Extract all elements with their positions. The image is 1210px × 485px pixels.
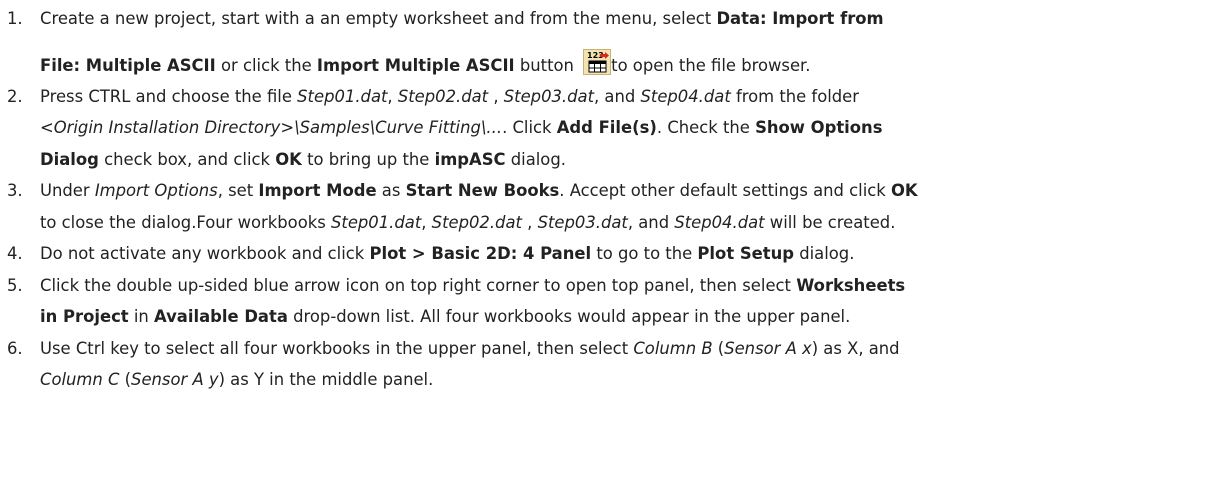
step-text: , [421, 212, 432, 232]
step-text: , set [217, 181, 259, 200]
step-text: or click the [215, 55, 317, 75]
step-text: . Click [502, 118, 557, 137]
step-text: dialog. [794, 244, 855, 263]
menu-path: File: Multiple ASCII [40, 55, 216, 75]
step-text: from the folder [730, 86, 860, 106]
step-text: , and [594, 86, 641, 106]
step-6: 6. Use Ctrl key to select all four workb… [0, 333, 1210, 396]
option-name: Show Options [755, 118, 883, 137]
step-text: ) as Y in the middle panel. [218, 370, 434, 389]
button-name: Add File(s) [556, 118, 657, 137]
step-text: ( [712, 338, 725, 358]
dialog-name: Plot Setup [697, 244, 795, 263]
step-number: 6. [7, 338, 23, 358]
file-name: Step01.dat [297, 86, 388, 106]
step-number: 4. [7, 244, 23, 263]
step-text: Under [40, 181, 95, 200]
step-text: , [488, 86, 504, 106]
file-name: Step02.dat [431, 212, 522, 232]
instruction-list: 1. Create a new project, start with a an… [0, 0, 1210, 396]
step-text: check box, and click [98, 149, 276, 169]
step-text: drop-down list. All four workbooks would… [287, 307, 851, 326]
button-name: Import Multiple ASCII [316, 55, 515, 75]
column-label: Sensor A x [724, 338, 812, 358]
step-text: ( [119, 370, 132, 389]
step-1: 1. Create a new project, start with a an… [0, 0, 1210, 81]
import-multiple-ascii-icon[interactable]: 123 [583, 48, 612, 75]
column-name: Column C [40, 370, 120, 389]
option-value: Worksheets [796, 275, 906, 295]
option-value: Start New Books [405, 181, 560, 200]
step-text: in [128, 307, 155, 326]
file-name: Step04.dat [674, 212, 765, 232]
step-text: dialog. [505, 149, 566, 169]
step-text: Use Ctrl key to select all four workbook… [40, 338, 634, 358]
step-text: Do not activate any workbook and click [40, 244, 370, 263]
section-name: Import Options [94, 181, 218, 200]
button-name: OK [275, 149, 302, 169]
step-text: to bring up the [301, 149, 435, 169]
step-text: , [387, 86, 398, 106]
folder-path: <Origin Installation Directory>\Samples\… [40, 118, 503, 137]
file-name: Step02.dat [397, 86, 489, 106]
step-5: 5. Click the double up-sided blue arrow … [0, 270, 1210, 333]
step-2: 2. Press CTRL and choose the file Step01… [0, 81, 1210, 176]
option-name: Dialog [40, 149, 99, 169]
option-name: Import Mode [258, 181, 377, 200]
step-3: 3. Under Import Options, set Import Mode… [0, 175, 1210, 238]
step-text: , [521, 212, 538, 232]
step-number: 5. [7, 275, 23, 295]
step-text: will be created. [764, 212, 896, 232]
step-text: button [514, 55, 580, 75]
step-4: 4. Do not activate any workbook and clic… [0, 238, 1210, 270]
step-text: . Accept other default settings and clic… [559, 181, 891, 200]
step-number: 1. [7, 9, 23, 28]
step-text: to open the file browser. [611, 55, 811, 75]
dialog-name: impASC [434, 149, 506, 169]
option-value: in Project [40, 307, 129, 326]
file-name: Step04.dat [640, 86, 731, 106]
step-text: to go to the [591, 244, 698, 263]
step-number: 2. [7, 86, 23, 106]
step-text: ) as X, and [811, 338, 900, 358]
step-text: , and [627, 212, 675, 232]
menu-path: Plot > Basic 2D: 4 Panel [369, 244, 592, 263]
step-text: . Check the [656, 118, 756, 137]
step-text: Click the double up-sided blue arrow ico… [40, 275, 797, 295]
column-name: Column B [633, 338, 713, 358]
file-name: Step03.dat [503, 86, 595, 106]
step-text: Press CTRL and choose the file [40, 86, 298, 106]
step-number: 3. [7, 181, 23, 200]
button-name: OK [891, 181, 918, 200]
option-name: Available Data [154, 307, 288, 326]
file-name: Step01.dat [330, 212, 422, 232]
column-label: Sensor A y [131, 370, 219, 389]
file-name: Step03.dat [537, 212, 628, 232]
step-text: to close the dialog.Four workbooks [40, 212, 331, 232]
menu-path: Data: Import from [716, 9, 884, 28]
step-text: as [376, 181, 406, 200]
step-text: Create a new project, start with a an em… [40, 9, 717, 28]
step-line-2: File: Multiple ASCII or click the Import… [40, 48, 1210, 81]
